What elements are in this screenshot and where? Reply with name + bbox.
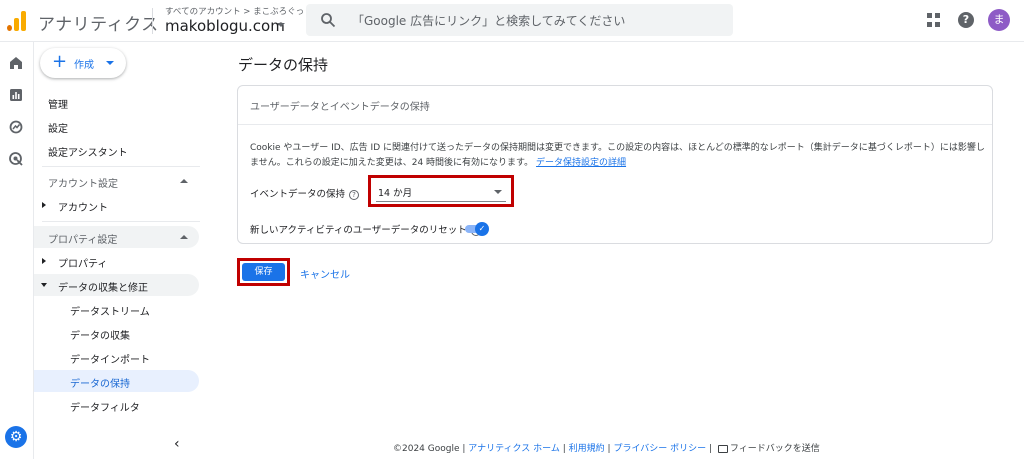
explore-icon[interactable]: [8, 119, 24, 135]
footer-link-terms[interactable]: 利用規約: [569, 444, 605, 454]
sidebar-item-data-retention[interactable]: データの保持: [34, 370, 199, 392]
sidebar-item-label: アカウント: [58, 203, 108, 214]
account-breadcrumb[interactable]: すべてのアカウント > まこぶろぐっ: [165, 5, 304, 17]
chevron-down-icon[interactable]: [277, 23, 285, 27]
search-box[interactable]: 「Google 広告にリンク」と検索してみてください: [306, 4, 733, 36]
sidebar-item-label: データストリーム: [70, 307, 150, 318]
checkmark-icon: ✓: [475, 222, 489, 236]
sidebar-item-data-import[interactable]: データインポート: [34, 346, 199, 368]
event-retention-select[interactable]: 14 か月: [376, 182, 506, 202]
chevron-up-icon: [180, 235, 188, 239]
feedback-icon: [717, 444, 728, 453]
sidebar-item-label: データの保持: [70, 379, 130, 390]
left-rail: ⚙: [0, 42, 34, 459]
plus-icon: +: [52, 51, 68, 72]
sidebar-item-label: データの収集と修正: [58, 283, 148, 294]
card-divider: [238, 124, 992, 125]
reset-user-data-toggle[interactable]: ✓: [465, 222, 489, 236]
main-content: データの保持 ユーザーデータとイベントデータの保持 Cookie やユーザー I…: [209, 42, 1024, 459]
card-title: ユーザーデータとイベントデータの保持: [250, 102, 430, 113]
sidebar-item-settings[interactable]: 設定: [48, 120, 68, 135]
home-icon[interactable]: [8, 55, 24, 71]
card-description: Cookie やユーザー ID、広告 ID に関連付けて送ったデータの保持期間は…: [250, 141, 990, 171]
section-property-settings[interactable]: プロパティ設定: [34, 226, 199, 248]
help-icon[interactable]: ?: [349, 189, 360, 200]
chevron-up-icon: [180, 179, 188, 183]
expand-right-icon: [42, 202, 46, 208]
section-label: アカウント設定: [48, 179, 118, 190]
reports-icon[interactable]: [8, 87, 24, 103]
reset-user-data-field: 新しいアクティビティのユーザーデータのリセット?: [250, 222, 481, 236]
expand-down-icon: [41, 283, 47, 287]
create-button-label: 作成: [74, 60, 94, 71]
chevron-down-icon: [494, 190, 502, 194]
sidebar-item-data-collection[interactable]: データの収集: [34, 322, 199, 344]
search-icon: [321, 13, 336, 28]
create-button[interactable]: + 作成: [40, 48, 126, 78]
section-label: プロパティ設定: [48, 235, 118, 246]
advertising-icon[interactable]: [8, 151, 24, 167]
sidebar-item-label: データフィルタ: [70, 403, 140, 414]
sidebar-item-label: プロパティ: [58, 259, 108, 270]
footer-link-privacy[interactable]: プライバシー ポリシー: [613, 444, 706, 454]
retention-settings-card: ユーザーデータとイベントデータの保持 Cookie やユーザー ID、広告 ID…: [237, 85, 993, 244]
section-account-settings[interactable]: アカウント設定: [34, 170, 199, 192]
sidebar-item-label: データインポート: [70, 355, 150, 366]
footer: ©2024 Google | アナリティクス ホーム | 利用規約 | プライバ…: [393, 444, 820, 454]
expand-right-icon: [42, 258, 46, 264]
sidebar-item-setup-assistant[interactable]: 設定アシスタント: [48, 144, 128, 159]
collapse-sidebar-icon[interactable]: ‹: [174, 436, 180, 452]
analytics-logo-icon[interactable]: [7, 11, 27, 31]
sidebar-item-data-collection-modification[interactable]: データの収集と修正: [34, 274, 199, 296]
sidebar-divider: [42, 166, 200, 167]
reset-user-data-label: 新しいアクティビティのユーザーデータのリセット: [250, 225, 467, 236]
copyright: ©2024 Google: [393, 444, 460, 454]
avatar[interactable]: ま: [988, 9, 1010, 31]
sidebar-item-admin[interactable]: 管理: [48, 96, 68, 111]
feedback-link[interactable]: フィードバックを送信: [730, 444, 820, 454]
property-selector[interactable]: makoblogu.com: [165, 17, 285, 35]
sidebar-item-data-streams[interactable]: データストリーム: [34, 298, 199, 320]
page-title: データの保持: [238, 56, 329, 74]
sidebar-divider: [42, 221, 200, 222]
event-retention-label: イベントデータの保持: [250, 189, 346, 200]
save-button[interactable]: 保存: [242, 263, 285, 281]
sidebar-item-property[interactable]: プロパティ: [34, 250, 199, 272]
sidebar-item-data-filters[interactable]: データフィルタ: [34, 394, 199, 416]
sidebar-item-account[interactable]: アカウント: [34, 194, 199, 216]
settings-icon[interactable]: ⚙: [5, 426, 27, 448]
sidebar-item-label: データの収集: [70, 331, 130, 342]
event-retention-value: 14 か月: [378, 188, 413, 199]
cancel-button[interactable]: キャンセル: [300, 266, 350, 281]
help-icon[interactable]: ?: [958, 12, 974, 28]
search-input[interactable]: 「Google 広告にリンク」と検索してみてください: [352, 12, 625, 29]
header-divider: [152, 8, 153, 34]
admin-sidebar: + 作成 管理 設定 設定アシスタント アカウント設定 アカウント プロパティ設…: [34, 42, 209, 459]
top-header: アナリティクス すべてのアカウント > まこぶろぐっ makoblogu.com…: [0, 0, 1024, 42]
chevron-down-icon: [106, 61, 114, 65]
app-name[interactable]: アナリティクス: [38, 10, 159, 35]
event-retention-field: イベントデータの保持?: [250, 186, 360, 200]
apps-grid-icon[interactable]: [927, 13, 941, 27]
footer-link-home[interactable]: アナリティクス ホーム: [468, 444, 560, 454]
learn-more-link[interactable]: データ保持設定の詳細: [536, 158, 626, 168]
